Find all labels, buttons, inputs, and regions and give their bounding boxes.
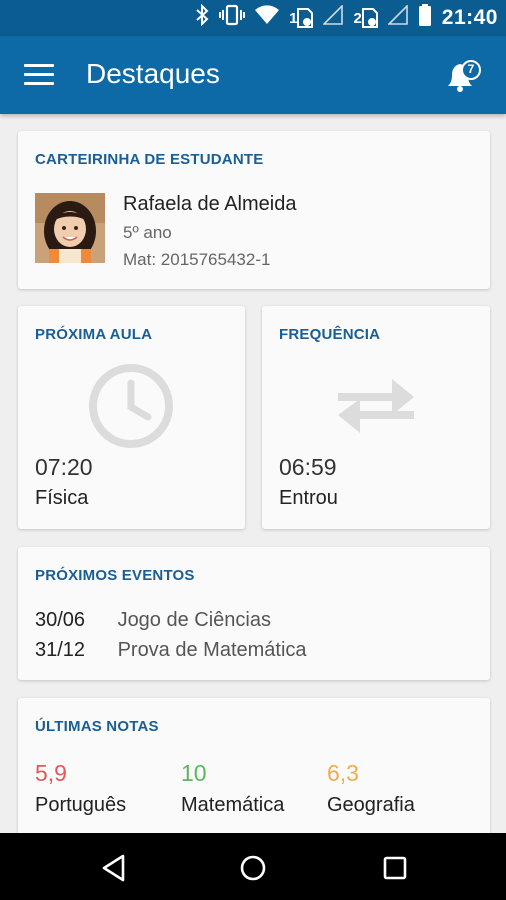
sim2-label: 2 — [353, 9, 362, 27]
attendance-status: Entrou — [279, 487, 338, 509]
events-card[interactable]: PRÓXIMOS EVENTOS 30/06 Jogo de Ciências … — [18, 547, 490, 680]
menu-icon[interactable] — [24, 64, 54, 86]
event-name: Jogo de Ciências — [117, 609, 271, 631]
status-time: 21:40 — [441, 6, 498, 29]
card-title: FREQUÊNCIA — [279, 326, 381, 343]
grade-subject: Matemática — [181, 794, 285, 816]
notifications-bell-icon[interactable]: 7 — [438, 56, 484, 96]
card-title: PRÓXIMA AULA — [35, 326, 153, 343]
grade-subject: Geografia — [327, 794, 415, 816]
grade-value: 10 — [181, 760, 207, 786]
sim1-label: 1 — [289, 9, 298, 27]
wifi-icon — [255, 5, 280, 31]
grade-value: 5,9 — [35, 760, 67, 786]
next-class-card[interactable]: PRÓXIMA AULA 07:20 Física — [18, 306, 245, 529]
card-title: ÚLTIMAS NOTAS — [35, 718, 159, 735]
status-bar: 1 2 21:40 — [0, 0, 506, 36]
sim2-icon: 2 — [353, 7, 378, 29]
sim1-icon: 1 — [289, 7, 314, 29]
vibrate-icon — [219, 4, 246, 32]
swap-arrows-icon — [334, 371, 418, 446]
clock-icon — [86, 361, 176, 456]
bluetooth-icon — [195, 3, 209, 32]
event-date: 30/06 — [35, 609, 86, 631]
grade-value: 6,3 — [327, 760, 359, 786]
recents-icon[interactable] — [380, 853, 410, 883]
battery-icon — [418, 4, 432, 32]
signal-icon — [386, 4, 408, 31]
grade-subject: Português — [35, 794, 127, 816]
back-icon[interactable] — [99, 853, 129, 883]
attendance-card[interactable]: FREQUÊNCIA 06:59 Entrou — [262, 306, 490, 529]
navigation-bar — [0, 833, 506, 900]
student-grade: 5º ano — [123, 223, 172, 242]
status-icons: 1 2 21:40 — [195, 3, 498, 32]
page-title: Destaques — [86, 58, 220, 89]
student-name: Rafaela de Almeida — [123, 193, 297, 215]
signal-icon — [322, 4, 344, 31]
list-item[interactable]: 30/06 Jogo de Ciências — [35, 609, 271, 632]
event-name: Prova de Matemática — [117, 639, 307, 661]
card-title: PRÓXIMOS EVENTOS — [35, 567, 195, 584]
next-class-time: 07:20 — [35, 454, 93, 480]
event-date: 31/12 — [35, 639, 86, 661]
card-title: CARTEIRINHA DE ESTUDANTE — [35, 151, 264, 168]
student-registration: Mat: 2015765432-1 — [123, 250, 271, 269]
list-item[interactable]: 31/12 Prova de Matemática — [35, 639, 307, 662]
attendance-time: 06:59 — [279, 454, 337, 480]
home-icon[interactable] — [238, 853, 268, 883]
notification-count: 7 — [467, 62, 475, 76]
app-bar: Destaques 7 — [0, 36, 506, 114]
next-class-subject: Física — [35, 487, 89, 509]
avatar — [35, 193, 105, 263]
student-id-card[interactable]: CARTEIRINHA DE ESTUDANTE Rafaela de Alme… — [18, 131, 490, 289]
